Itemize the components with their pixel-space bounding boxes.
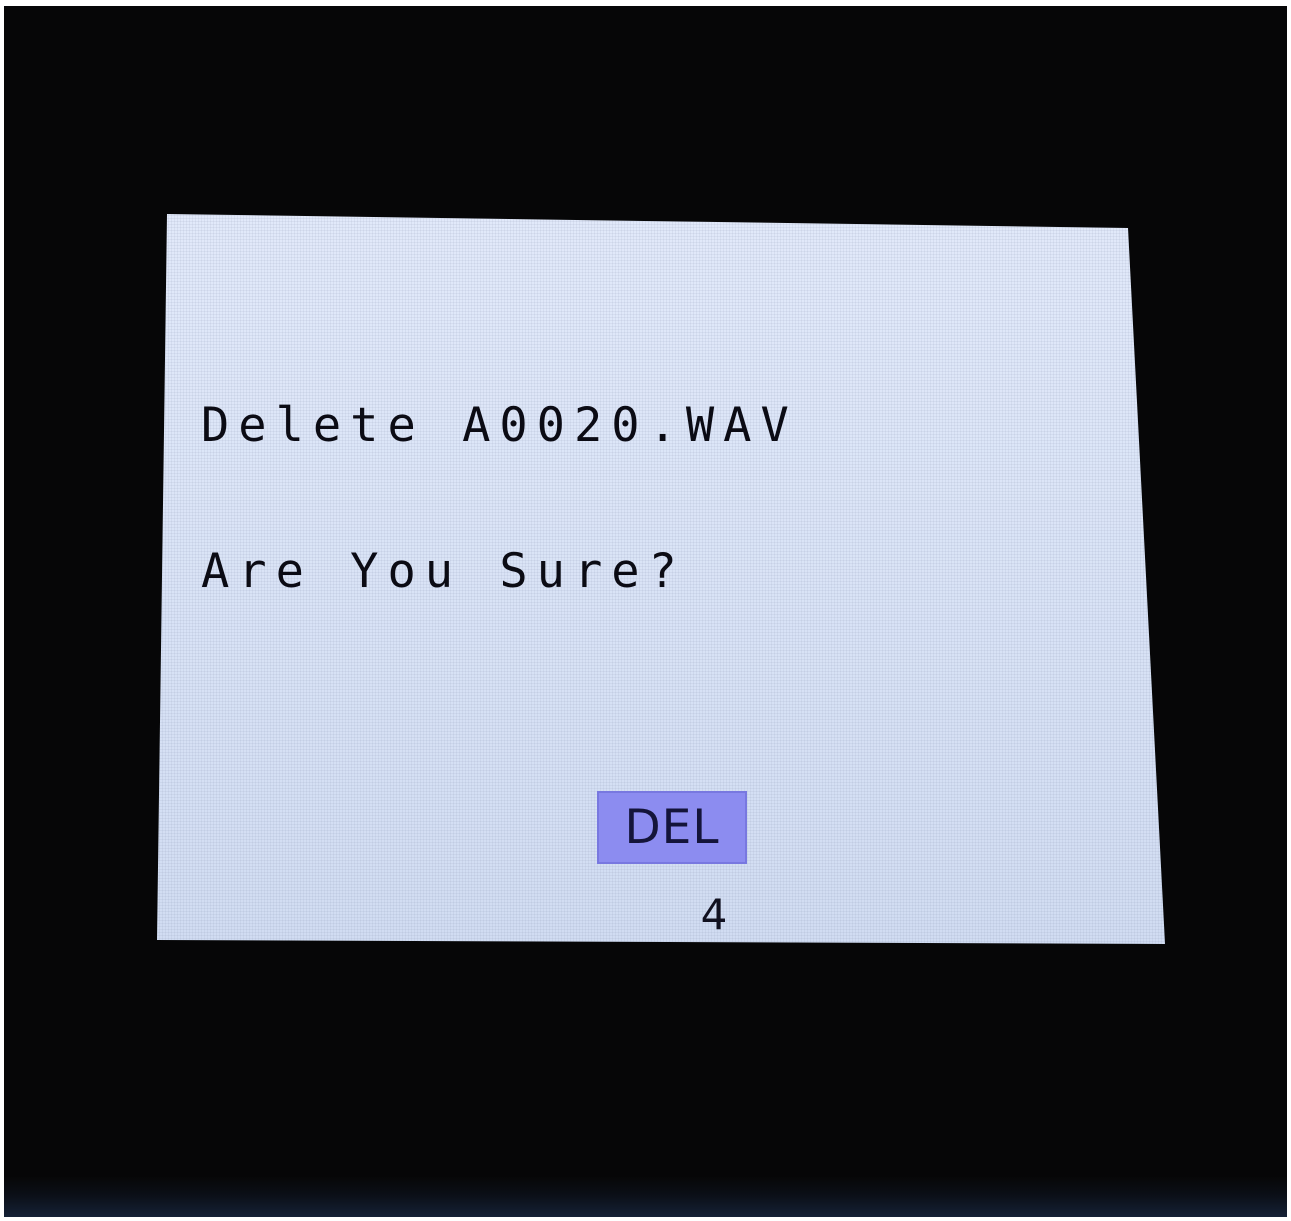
- delete-confirmation-message: Delete A0020.WAV: [201, 398, 798, 453]
- device-bottom-edge: [4, 1177, 1287, 1217]
- are-you-sure-prompt: Are You Sure?: [201, 544, 686, 599]
- softkey-number-label: 4: [700, 890, 728, 939]
- delete-button[interactable]: DEL: [597, 791, 747, 864]
